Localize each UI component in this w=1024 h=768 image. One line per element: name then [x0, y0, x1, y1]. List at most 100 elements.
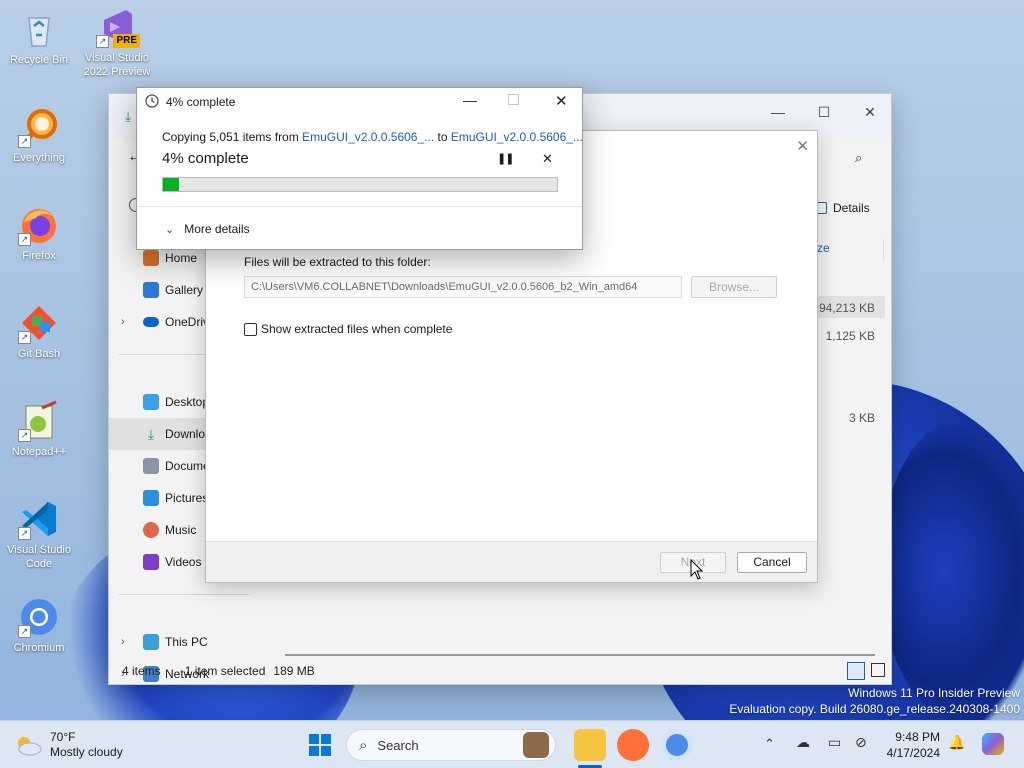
- taskbar: 70°F Mostly cloudy ⌕ Search ⌃ ☁ ▭ ⊘ 9:48…: [0, 720, 1024, 768]
- destination-folder-label: Files will be extracted to this folder:: [244, 255, 431, 269]
- close-button[interactable]: ✕: [555, 92, 568, 110]
- nav-item-label: Desktop: [165, 395, 210, 409]
- shortcut-arrow-icon: ↗: [18, 625, 31, 638]
- destination-folder-link[interactable]: EmuGUI_v2.0.0.5606_...: [451, 130, 583, 144]
- show-files-checkbox-label: Show extracted files when complete: [261, 322, 453, 336]
- copy-prefix-text: Copying 5,051 items from: [162, 130, 299, 144]
- divider: [137, 206, 582, 207]
- desktop-icon-git-bash[interactable]: ↗ Git Bash: [1, 302, 77, 361]
- clock-time: 9:48 PM: [895, 730, 940, 744]
- minimize-button[interactable]: —: [463, 92, 477, 108]
- desktop-icon-label: Visual Studio 2022 Preview: [83, 52, 151, 78]
- home-icon: [143, 250, 159, 266]
- nav-item-label: Pictures: [165, 491, 209, 505]
- desktop-icon-visual-studio-preview[interactable]: ↗ PRE Visual Studio 2022 Preview: [79, 6, 155, 79]
- nav-item-label: Home: [165, 251, 198, 265]
- nav-item-label: This PC: [165, 635, 208, 649]
- copy-progress-dialog: 4% complete — ✕ Copying 5,051 items from…: [136, 87, 583, 250]
- network-status-icon[interactable]: ⊘: [855, 734, 867, 751]
- cancel-copy-icon[interactable]: ✕: [542, 151, 553, 167]
- nav-item-label: Music: [165, 523, 197, 537]
- weather-widget[interactable]: 70°F Mostly cloudy: [14, 730, 123, 760]
- taskbar-search-box[interactable]: ⌕ Search: [346, 729, 556, 761]
- chromium-icon: ↗: [18, 596, 60, 638]
- recycle-bin-icon: [18, 8, 60, 50]
- copy-progress-bar: [162, 177, 558, 192]
- preview-badge: PRE: [113, 34, 140, 48]
- nav-separator: [109, 594, 259, 626]
- clock-icon: [145, 94, 159, 108]
- chevron-up-icon[interactable]: ⌃: [764, 736, 775, 752]
- more-details-label: More details: [184, 222, 250, 236]
- column-divider: [883, 239, 884, 261]
- weather-description: Mostly cloudy: [50, 745, 123, 759]
- destination-folder-input[interactable]: C:\Users\VM6.COLLABNET\Downloads\EmuGUI_…: [244, 276, 682, 298]
- pause-icon[interactable]: ❚❚: [497, 152, 514, 165]
- start-button[interactable]: [308, 733, 332, 757]
- desktop-icon-recycle-bin[interactable]: Recycle Bin: [1, 8, 77, 67]
- source-folder-link[interactable]: EmuGUI_v2.0.0.5606_...: [302, 130, 434, 144]
- clock[interactable]: 9:48 PM 4/17/2024: [884, 729, 940, 761]
- firefox-icon: ↗: [18, 204, 60, 246]
- desktop-icon-label: Visual Studio Code: [6, 544, 71, 570]
- chevron-right-icon[interactable]: ›: [121, 636, 125, 648]
- desktop-icon-label: Chromium: [13, 642, 65, 654]
- desktop-icon-label: Notepad++: [11, 446, 67, 458]
- desktop-icon-everything[interactable]: ↗ Everything: [1, 106, 77, 165]
- size-column-header[interactable]: ze: [817, 241, 830, 255]
- onedrive-status-icon[interactable]: ☁: [796, 734, 810, 751]
- desktop-icon-label: Firefox: [22, 250, 56, 262]
- desktop-icon-firefox[interactable]: ↗ Firefox: [1, 204, 77, 263]
- progress-titlebar: 4% complete — ✕: [137, 88, 582, 116]
- gallery-icon: [143, 282, 159, 298]
- tiles-view-toggle[interactable]: [871, 663, 885, 677]
- cancel-button[interactable]: Cancel: [737, 552, 807, 573]
- music-icon: [143, 522, 159, 538]
- nav-item-this-pc[interactable]: › This PC: [109, 626, 259, 658]
- details-view-button[interactable]: Details: [815, 201, 870, 215]
- mouse-cursor-icon: [690, 559, 704, 580]
- chromium-taskbar-icon[interactable]: [661, 729, 693, 761]
- show-files-checkbox-row[interactable]: Show extracted files when complete: [244, 322, 452, 336]
- shortcut-arrow-icon: ↗: [18, 429, 31, 442]
- progress-window-title: 4% complete: [166, 95, 236, 109]
- downloads-tab-icon[interactable]: ⤓: [125, 108, 131, 125]
- weather-temperature: 70°F: [50, 730, 76, 744]
- minimize-button[interactable]: —: [755, 98, 801, 126]
- clock-date: 4/17/2024: [886, 746, 940, 760]
- details-label: Details: [833, 201, 870, 215]
- display-icon[interactable]: ▭: [828, 734, 841, 751]
- close-button[interactable]: ✕: [847, 98, 893, 126]
- documents-icon: [143, 458, 159, 474]
- desktop-icon-label: Git Bash: [17, 348, 61, 360]
- horizontal-scrollbar[interactable]: [285, 654, 875, 656]
- everything-search-icon: ↗: [18, 106, 60, 148]
- wizard-footer: Next Cancel: [206, 541, 817, 582]
- chevron-right-icon[interactable]: ›: [121, 316, 125, 328]
- wizard-close-button[interactable]: ✕: [796, 137, 809, 155]
- status-selected-size: 189 MB: [273, 664, 315, 678]
- search-icon[interactable]: ⌕: [855, 150, 862, 166]
- firefox-taskbar-icon[interactable]: [617, 729, 649, 761]
- file-size: 1,125 KB: [825, 329, 875, 343]
- maximize-button[interactable]: ☐: [801, 98, 847, 126]
- videos-icon: [143, 554, 159, 570]
- shortcut-arrow-icon: ↗: [18, 135, 31, 148]
- git-bash-icon: ↗: [18, 302, 60, 344]
- details-view-toggle[interactable]: [847, 662, 865, 680]
- desktop-icon-chromium[interactable]: ↗ Chromium: [1, 596, 77, 655]
- browse-button[interactable]: Browse...: [691, 276, 777, 298]
- progress-bar-fill: [163, 178, 179, 191]
- copilot-icon[interactable]: [982, 733, 1004, 755]
- file-explorer-taskbar-icon[interactable]: [574, 729, 606, 761]
- notification-bell-icon[interactable]: 🔔: [948, 734, 965, 751]
- status-bar: 4 items 1 item selected 189 MB: [109, 658, 891, 684]
- more-details-toggle[interactable]: ⌄ More details: [165, 222, 250, 236]
- build-watermark: Evaluation copy. Build 26080.ge_release.…: [729, 702, 1020, 716]
- desktop-icon-vscode[interactable]: ↗ Visual Studio Code: [1, 498, 77, 571]
- show-files-checkbox[interactable]: [244, 322, 257, 336]
- file-size: 194,213 KB: [812, 301, 875, 315]
- desktop-icon-notepad-plus-plus[interactable]: ↗ Notepad++: [1, 400, 77, 459]
- desktop-icon-label: Recycle Bin: [9, 54, 69, 66]
- search-highlight-image: [523, 732, 549, 758]
